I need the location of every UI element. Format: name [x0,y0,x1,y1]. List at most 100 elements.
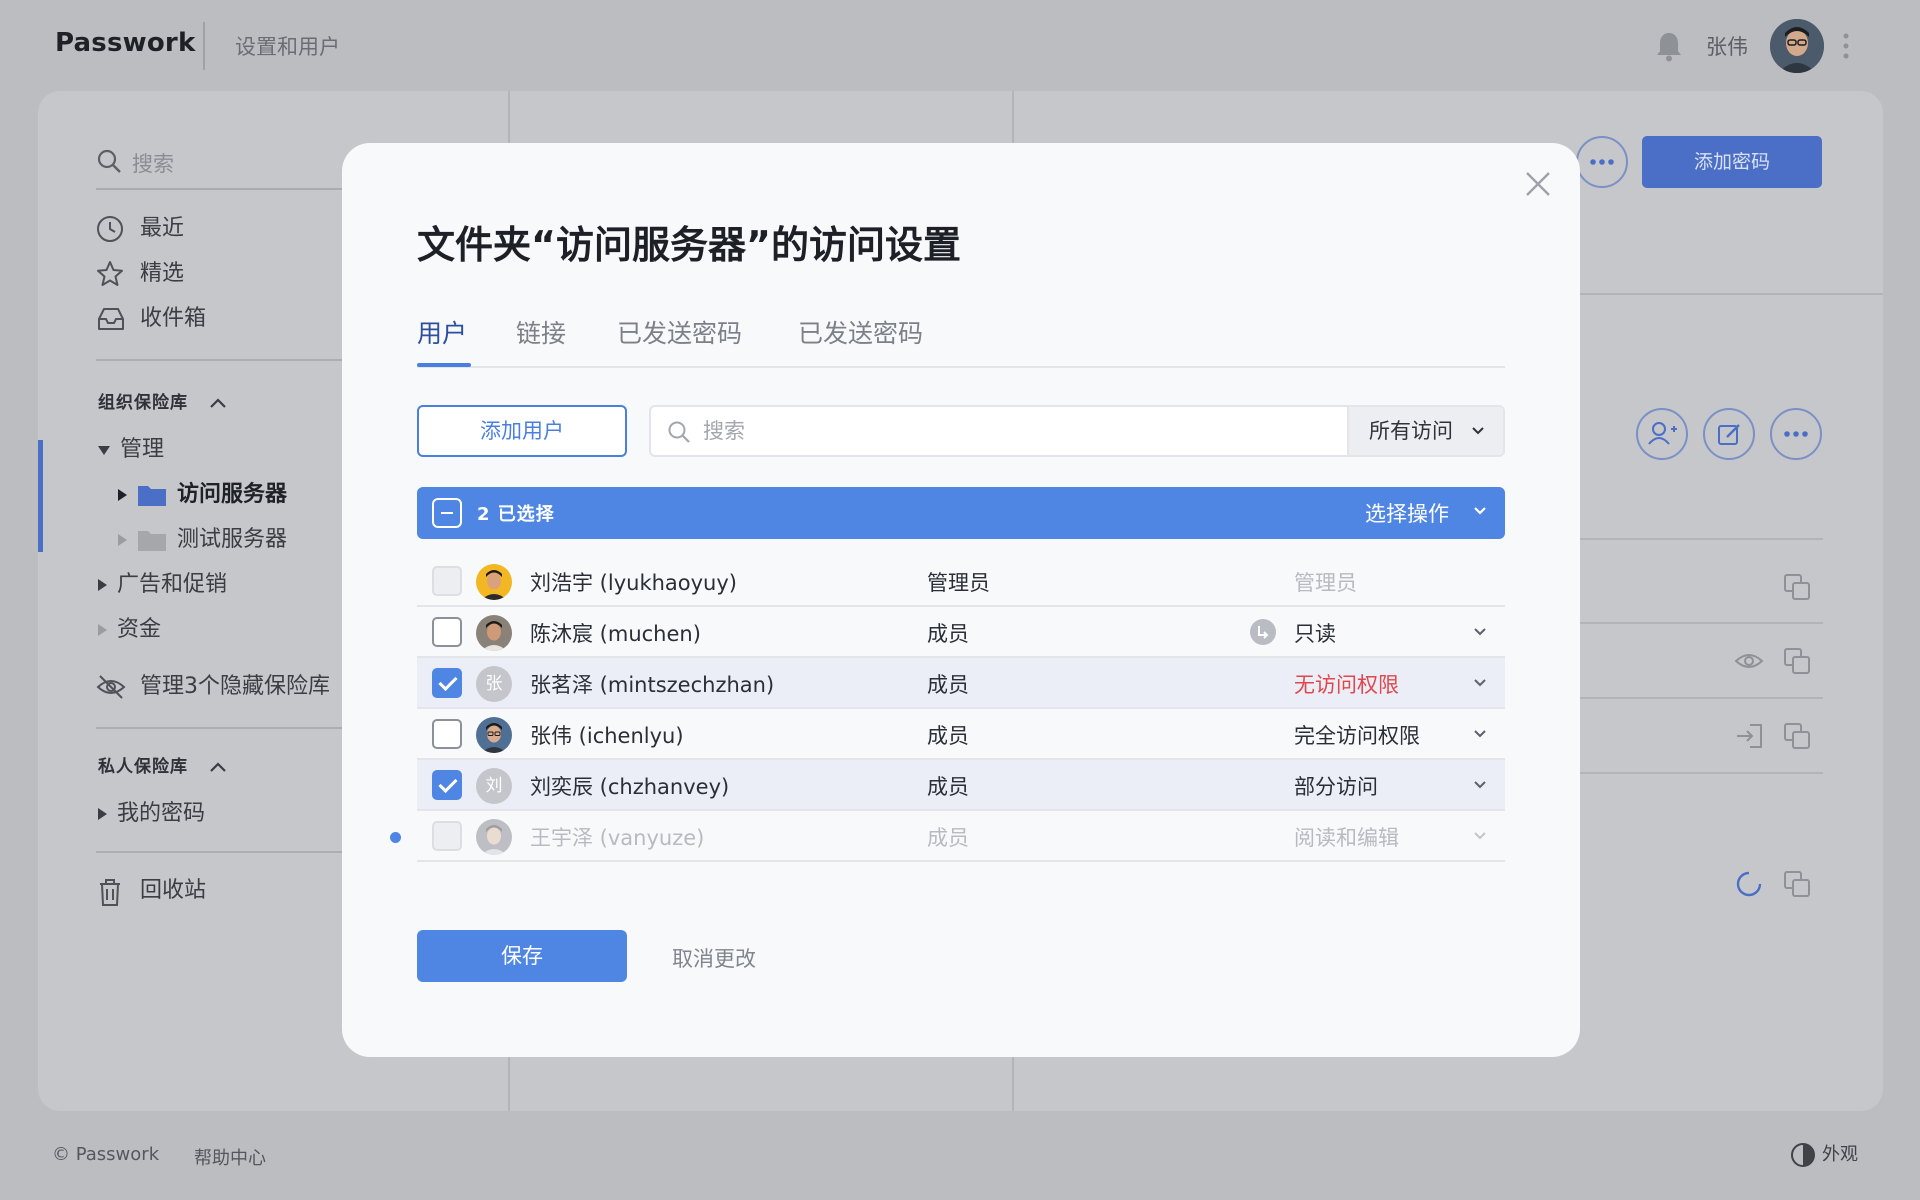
access-level-select[interactable]: 无访问权限 [1294,669,1399,699]
row-checkbox[interactable] [432,668,462,698]
user-role: 成员 [927,673,969,697]
user-role: 管理员 [927,571,990,595]
user-name: 陈沐宸 (muchen) [530,622,701,646]
tab-active-underline [417,363,471,367]
copy-icon[interactable] [1783,722,1811,750]
avatar [476,615,512,651]
access-level: 管理员 [1294,571,1357,595]
expand-arrow-icon[interactable] [98,624,107,636]
copy-icon[interactable] [1783,870,1811,898]
sidebar-item-label: 管理3个隐藏保险库 [140,674,330,699]
chevron-down-icon[interactable] [1473,506,1487,516]
save-button[interactable]: 保存 [417,930,627,982]
chevron-down-icon[interactable] [1473,729,1487,739]
appearance-toggle[interactable]: 外观 [1790,1140,1858,1168]
tab-users[interactable]: 用户 [417,314,471,367]
tree-item-ads[interactable]: 广告和促销 [98,566,227,598]
more-vertical-icon[interactable] [1842,32,1850,60]
loading-spinner-icon [1736,871,1762,897]
eye-icon[interactable] [1734,649,1764,673]
sidebar-item-label: 收件箱 [140,306,207,331]
selection-bar: 2 已选择 选择操作 [417,487,1505,539]
tree-item-my-passwords[interactable]: 我的密码 [98,795,205,827]
close-icon[interactable] [1524,170,1552,198]
avatar [476,717,512,753]
footer-copyright: © Passwork [52,1144,160,1165]
tree-item-funds[interactable]: 资金 [98,611,161,643]
more-button[interactable] [1576,136,1628,188]
avatar: 张 [476,666,512,702]
deselect-all-checkbox[interactable] [432,498,462,528]
org-vaults-title: 组织保险库 [98,393,188,413]
sidebar-divider [96,359,346,361]
app-logo[interactable]: Passwork [55,28,195,58]
folder-icon [138,531,166,551]
avatar [476,564,512,600]
modal-tabs: 用户 链接 已发送密码 已发送密码 [417,314,1505,368]
access-level-select[interactable]: 部分访问 [1294,771,1378,801]
breadcrumb[interactable]: 设置和用户 [235,31,340,61]
edit-button[interactable] [1703,408,1755,460]
login-icon[interactable] [1734,722,1764,750]
access-level-select[interactable]: 完全访问权限 [1294,720,1420,750]
tree-label: 测试服务器 [177,527,288,552]
row-checkbox[interactable] [432,770,462,800]
chevron-up-icon[interactable] [209,761,227,773]
access-level-select[interactable]: 只读 [1294,618,1336,648]
chevron-up-icon[interactable] [209,397,227,409]
add-user-button[interactable]: 添加用户 [417,405,627,457]
chevron-down-icon[interactable] [1473,678,1487,688]
user-name: 张茗泽 (mintszechzhan) [530,673,775,697]
access-filter-select[interactable]: 所有访问 [1347,407,1503,455]
copy-icon[interactable] [1783,573,1811,601]
sidebar-item-label: 精选 [140,261,185,286]
tree-label: 我的密码 [117,801,206,826]
tree-item-admin[interactable]: 管理 [98,431,164,463]
add-password-button[interactable]: 添加密码 [1642,136,1822,188]
more-button[interactable] [1770,408,1822,460]
row-checkbox[interactable] [432,719,462,749]
logo-divider [203,22,205,70]
search-input[interactable] [703,417,1283,445]
tab-links[interactable]: 链接 [516,314,566,350]
row-checkbox[interactable] [432,617,462,647]
table-row: 刘浩宇 (lyukhaoyuy) 管理员 管理员 [417,556,1505,607]
inherited-access-icon[interactable] [1250,619,1276,645]
divider [1580,622,1823,624]
org-vaults-header[interactable]: 组织保险库 [98,388,227,413]
tab-label: 用户 [417,319,468,348]
bell-icon[interactable] [1654,30,1684,62]
expand-arrow-icon[interactable] [98,808,107,820]
avatar: 刘 [476,768,512,804]
divider [1580,697,1823,699]
star-icon [97,261,123,286]
bulk-action-select[interactable]: 选择操作 [1365,498,1449,528]
tree-label: 访问服务器 [177,482,288,507]
expand-arrow-icon[interactable] [98,579,107,591]
cancel-changes-button[interactable]: 取消更改 [672,943,756,973]
sidebar-divider [96,851,346,853]
expand-arrow-icon[interactable] [118,489,127,501]
table-row: 张伟 (ichenlyu) 成员 完全访问权限 [417,709,1505,760]
private-vaults-header[interactable]: 私人保险库 [98,752,227,777]
help-center-link[interactable]: 帮助中心 [194,1144,266,1170]
avatar [476,819,512,855]
edit-icon [1718,424,1740,445]
expand-arrow-icon[interactable] [118,534,127,546]
user-name[interactable]: 张伟 [1706,31,1748,61]
top-bar: Passwork 设置和用户 张伟 [0,0,1920,90]
user-name: 刘浩宇 (lyukhaoyuy) [530,571,737,595]
tree-item-access-servers[interactable]: 访问服务器 [118,476,287,508]
avatar[interactable] [1770,19,1824,73]
tab-sent-passwords-2[interactable]: 已发送密码 [798,314,923,350]
chevron-down-icon[interactable] [1473,627,1487,637]
tree-item-test-servers[interactable]: 测试服务器 [118,521,287,553]
sidebar-search[interactable]: 搜索 [96,144,356,190]
user-role: 成员 [927,775,969,799]
copy-icon[interactable] [1783,647,1811,675]
expand-arrow-icon[interactable] [98,445,110,455]
add-user-icon-button[interactable] [1636,408,1688,460]
chevron-down-icon[interactable] [1473,780,1487,790]
tab-sent-passwords[interactable]: 已发送密码 [617,314,742,350]
user-name: 王宇泽 (vanyuze) [530,826,705,850]
